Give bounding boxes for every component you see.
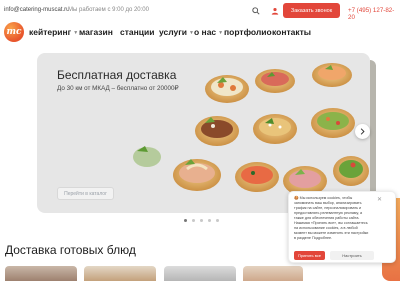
user-icon[interactable] xyxy=(268,4,281,17)
close-icon[interactable]: ✕ xyxy=(377,196,382,203)
cookie-text: 🍪 Мы используем cookies, чтобы запоминат… xyxy=(294,196,369,240)
product-card[interactable] xyxy=(164,266,236,281)
nav-item-portfolio[interactable]: портфолио xyxy=(224,27,272,37)
arrow-right-icon[interactable] xyxy=(355,124,370,139)
top-bar: info@catering-muscat.ru Мы работаем с 9:… xyxy=(0,0,400,21)
working-hours: Мы работаем с 9:00 до 20:00 xyxy=(68,7,149,13)
nav-item-shop[interactable]: магазин xyxy=(79,27,113,37)
chevron-down-icon: ▼ xyxy=(73,29,79,36)
chevron-down-icon: ▼ xyxy=(218,29,224,36)
slider-dot[interactable] xyxy=(216,219,219,222)
slider-dot[interactable] xyxy=(200,219,203,222)
nav-item-contacts[interactable]: контакты xyxy=(272,27,311,37)
product-card[interactable] xyxy=(5,266,77,281)
slider-dot[interactable] xyxy=(192,219,195,222)
configure-cookies-button[interactable]: Настроить xyxy=(330,251,374,260)
next-slide-preview xyxy=(370,60,376,206)
product-card[interactable] xyxy=(243,266,303,281)
catalog-button[interactable]: Перейти в каталог xyxy=(57,187,114,200)
hero-subtitle: До 30 км от МКАД – бесплатно от 20000₽ xyxy=(57,85,179,92)
nav-item-services[interactable]: услуги ▼ xyxy=(159,27,194,37)
product-card[interactable] xyxy=(84,266,156,281)
logo[interactable]: mc xyxy=(4,22,24,42)
section-title: Доставка готовых блюд xyxy=(5,243,136,257)
email-link[interactable]: info@catering-muscat.ru xyxy=(4,7,69,13)
nav-item-stations[interactable]: станции xyxy=(120,27,154,37)
slider-dot[interactable] xyxy=(208,219,211,222)
order-call-button[interactable]: Заказать звонок xyxy=(283,3,340,18)
nav-item-about[interactable]: о нас ▼ xyxy=(194,27,223,37)
slider-dot[interactable] xyxy=(184,219,187,222)
phone-link[interactable]: +7 (495) 127-82-20 xyxy=(348,7,400,21)
accept-cookies-button[interactable]: Принять все xyxy=(294,251,325,260)
hero-title: Бесплатная доставка xyxy=(57,68,177,82)
nav-item-catering[interactable]: кейтеринг ▼ xyxy=(29,27,78,37)
slider-pagination xyxy=(184,219,219,222)
search-icon[interactable] xyxy=(249,4,262,17)
